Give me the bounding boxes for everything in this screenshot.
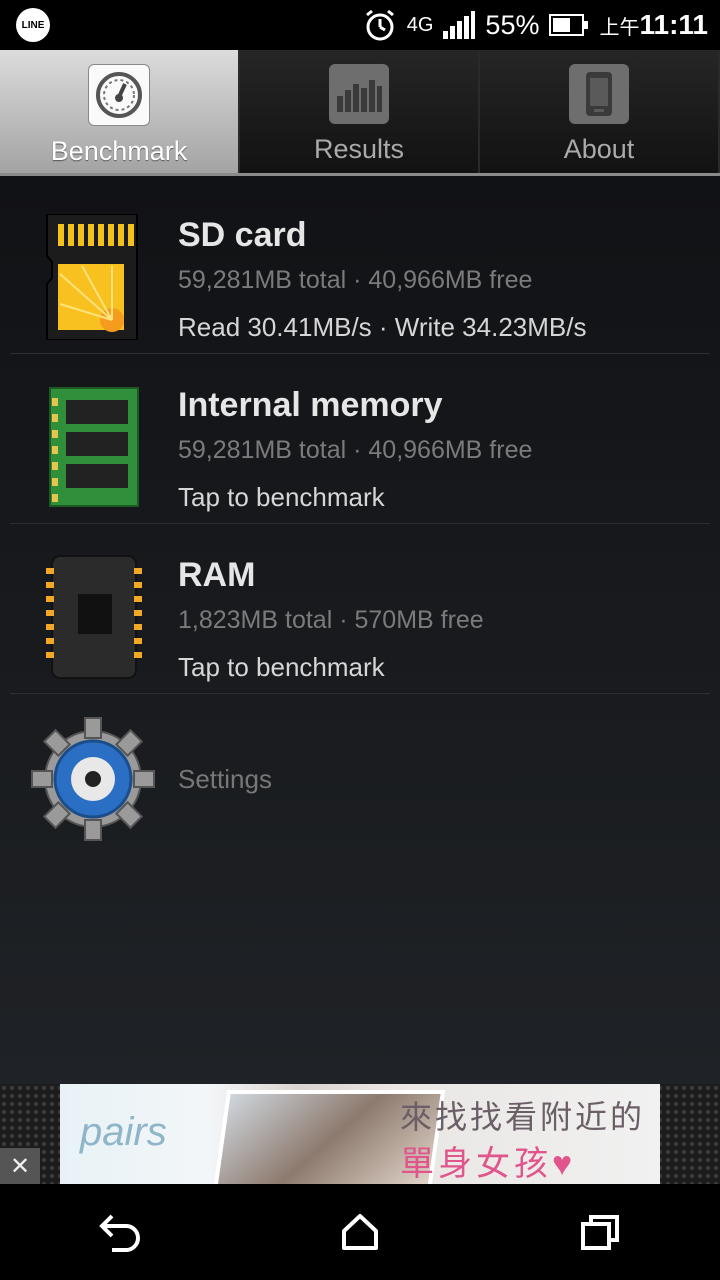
network-4g-icon: 4G [406, 13, 434, 36]
phone-icon [569, 64, 629, 124]
tab-results[interactable]: Results [240, 50, 480, 173]
battery-percent: 55% [485, 9, 540, 40]
tab-results-label: Results [313, 134, 405, 164]
line-app-label: LINE [16, 8, 50, 42]
bar-chart-icon [329, 64, 389, 124]
speedometer-icon [88, 64, 150, 126]
item-storage-info: 59,281MB total · 40,966MB free [178, 436, 533, 464]
tab-benchmark-label: Benchmark [50, 136, 188, 166]
navigation-bar [0, 1184, 720, 1280]
line-app-icon: LINE [16, 8, 50, 42]
item-title: SD card [178, 216, 307, 254]
settings-label: Settings [178, 764, 272, 794]
tab-benchmark[interactable]: Benchmark [0, 50, 240, 173]
tab-about[interactable]: About [480, 50, 720, 173]
home-button[interactable] [310, 1197, 410, 1267]
item-title: RAM [178, 556, 256, 594]
recents-button[interactable] [550, 1197, 650, 1267]
item-storage-info: 59,281MB total · 40,966MB free [178, 266, 533, 294]
ad-tagline: 單身女孩♥ [400, 1145, 577, 1183]
back-button[interactable] [70, 1197, 170, 1267]
settings-gear-icon [30, 716, 156, 847]
tab-about-label: About [563, 134, 635, 164]
ad-banner-area: pairs 來找找看附近的 單身女孩♥ ✕ [0, 1084, 720, 1184]
battery-icon [549, 13, 589, 37]
item-speed-result: Read 30.41MB/s · Write 34.23MB/s [178, 312, 587, 342]
item-tap-hint: Tap to benchmark [178, 482, 385, 512]
item-storage-info: 1,823MB total · 570MB free [178, 606, 484, 634]
benchmark-list: SD card 59,281MB total · 40,966MB free R… [0, 176, 720, 1084]
ram-chip-icon [42, 554, 142, 680]
time-prefix: 上午 [599, 17, 640, 39]
ad-close-button[interactable]: ✕ [0, 1148, 40, 1184]
status-bar: LINE 4G 55% 上午11:11 [0, 0, 720, 50]
home-icon [342, 1214, 378, 1250]
sd-card-icon [42, 213, 142, 341]
item-tap-hint: Tap to benchmark [178, 652, 385, 682]
back-icon [99, 1214, 140, 1252]
list-item-internal-memory[interactable]: Internal memory 59,281MB total · 40,966M… [10, 356, 710, 524]
signal-icon [443, 11, 476, 39]
recents-icon [581, 1215, 619, 1250]
clock-time: 11:11 [639, 9, 708, 40]
settings-item[interactable]: Settings [10, 696, 710, 856]
ad-headline: 來找找看附近的 [400, 1099, 646, 1135]
list-item-ram[interactable]: RAM 1,823MB total · 570MB free Tap to be… [10, 526, 710, 694]
ad-brand: pairs [80, 1110, 167, 1154]
memory-module-icon [42, 384, 142, 510]
list-item-sd-card[interactable]: SD card 59,281MB total · 40,966MB free R… [10, 186, 710, 354]
alarm-icon [363, 8, 397, 42]
tab-bar: Benchmark Results About [0, 50, 720, 176]
ad-banner[interactable]: pairs 來找找看附近的 單身女孩♥ [60, 1084, 660, 1184]
item-title: Internal memory [178, 386, 443, 424]
